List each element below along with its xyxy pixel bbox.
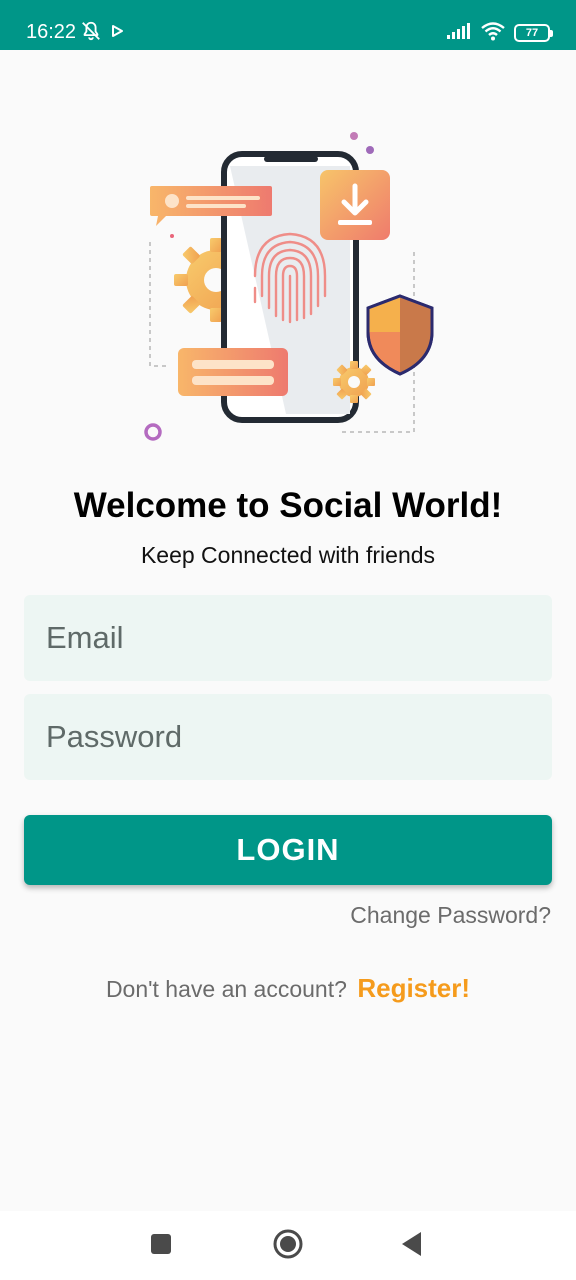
home-button[interactable] [271,1229,305,1263]
welcome-subtitle: Keep Connected with friends [140,542,436,568]
back-icon [400,1231,424,1262]
recents-icon [149,1232,173,1261]
status-right-icons: 77 [446,20,553,46]
signal-icon [446,22,472,45]
battery-icon: 77 [514,24,553,42]
play-icon [110,24,124,43]
status-left-icons [80,20,124,46]
status-bar: 16:22 77 [0,0,576,50]
recents-button[interactable] [144,1229,178,1263]
welcome-title: Welcome to Social World! [73,486,503,525]
notifications-off-icon [80,20,102,47]
change-password-link[interactable]: Change Password? [350,900,551,930]
status-time: 16:22 [26,21,77,43]
password-field[interactable] [24,694,552,780]
home-icon [272,1228,304,1265]
register-row: Don't have an account? Register! [0,972,576,1009]
wifi-icon [480,21,506,46]
email-field[interactable] [24,595,552,681]
login-button[interactable]: LOGIN [24,815,552,885]
navigation-bar [0,1211,576,1280]
register-prompt: Don't have an account? [105,976,347,1002]
back-button[interactable] [395,1229,429,1263]
hero-illustration [136,126,440,450]
register-link[interactable]: Register! [357,973,470,1003]
